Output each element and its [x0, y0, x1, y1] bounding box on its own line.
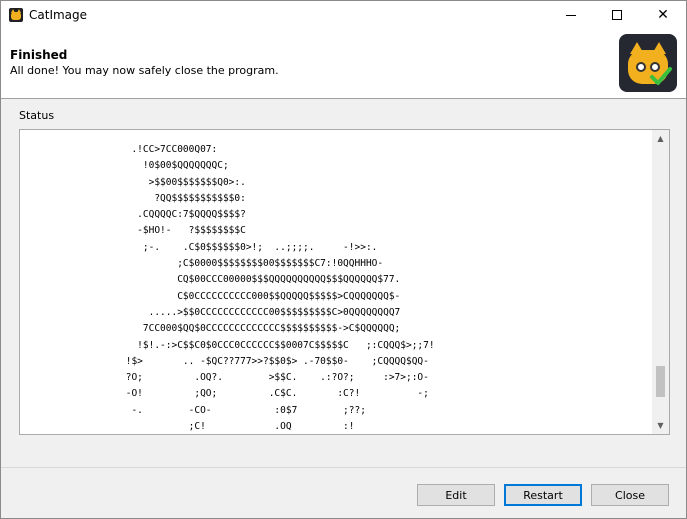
header-subtitle: All done! You may now safely close the p…	[10, 64, 279, 77]
maximize-button[interactable]	[594, 1, 640, 29]
footer-divider	[1, 467, 686, 468]
scroll-up-icon[interactable]: ▲	[652, 130, 669, 147]
wizard-header: Finished All done! You may now safely cl…	[1, 29, 686, 99]
catimage-app-icon	[9, 8, 23, 22]
close-window-button[interactable]: ✕	[640, 1, 686, 29]
status-log-box[interactable]: .!CC>7CC000Q07: !0$00$QQQQQQQC; >$$00$$$…	[19, 129, 670, 435]
vertical-scrollbar[interactable]: ▲ ▼	[652, 130, 669, 434]
restart-button[interactable]: Restart	[504, 484, 582, 506]
title-bar[interactable]: CatImage ✕	[1, 1, 686, 29]
close-button[interactable]: Close	[591, 484, 669, 506]
header-title: Finished	[10, 48, 68, 62]
scroll-down-icon[interactable]: ▼	[652, 417, 669, 434]
app-window: CatImage ✕ Finished All done! You may no…	[0, 0, 687, 519]
window-title: CatImage	[29, 8, 88, 22]
minimize-icon	[566, 14, 576, 16]
status-label: Status	[19, 109, 55, 122]
edit-button[interactable]: Edit	[417, 484, 495, 506]
maximize-icon	[612, 10, 622, 20]
status-log-text: .!CC>7CC000Q07: !0$00$QQQQQQQC; >$$00$$$…	[125, 144, 435, 433]
close-icon: ✕	[657, 7, 669, 23]
minimize-button[interactable]	[548, 1, 594, 29]
scrollbar-thumb[interactable]	[656, 366, 665, 397]
checkmark-icon	[650, 67, 672, 85]
catimage-logo	[619, 34, 677, 92]
